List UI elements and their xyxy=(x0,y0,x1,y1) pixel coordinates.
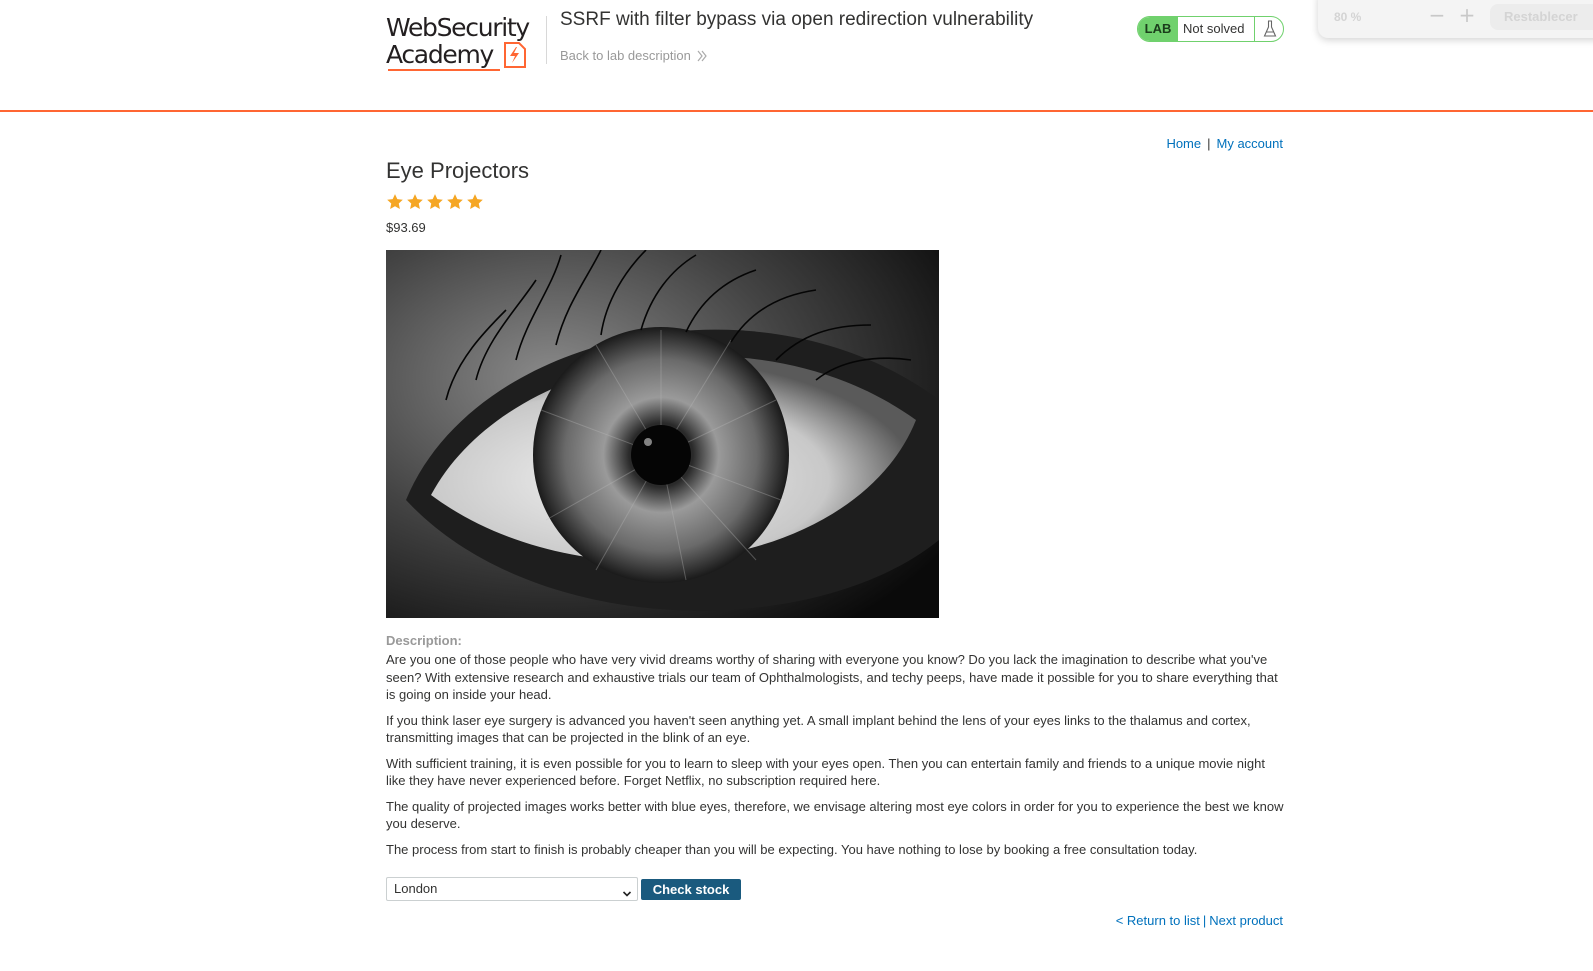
description-paragraph: Are you one of those people who have ver… xyxy=(386,652,1278,702)
back-to-lab-description-link[interactable]: Back to lab description xyxy=(560,48,707,65)
description-paragraph: The process from start to finish is prob… xyxy=(386,841,1198,857)
product-footer-nav: < Return to list | Next product xyxy=(1116,913,1283,928)
zoom-in-button[interactable]: + xyxy=(1458,5,1476,25)
product-title: Eye Projectors xyxy=(386,158,530,183)
eye-photo xyxy=(386,250,939,618)
next-product-link[interactable]: Next product xyxy=(1209,913,1283,928)
description-paragraph: If you think laser eye surgery is advanc… xyxy=(386,712,1251,746)
description-label: Description: xyxy=(386,633,462,648)
flask-icon xyxy=(1254,17,1283,41)
lab-badge: LAB xyxy=(1138,17,1178,41)
store-select-value: London xyxy=(394,881,438,896)
return-to-list-link[interactable]: < Return to list xyxy=(1116,913,1200,928)
header-divider xyxy=(546,16,547,64)
lightning-bolt-icon xyxy=(504,42,526,68)
zoom-out-button[interactable]: − xyxy=(1428,5,1446,25)
logo-text-line2: Academy xyxy=(386,40,494,69)
double-chevron-right-icon xyxy=(697,50,707,65)
nav-separator: | xyxy=(1207,136,1211,151)
browser-zoom-toolbar: 80 % − + Restablecer xyxy=(1318,0,1593,38)
description-paragraph: The quality of projected images works be… xyxy=(386,798,1284,832)
store-select[interactable]: London xyxy=(386,877,638,901)
account-nav: Home | My account xyxy=(1166,136,1283,151)
product-price: $93.69 xyxy=(386,220,426,235)
star-icon xyxy=(467,194,483,209)
description-paragraph: With sufficient training, it is even pos… xyxy=(386,755,1265,789)
star-icon xyxy=(427,194,443,209)
web-security-academy-logo[interactable]: WebSecurity Academy xyxy=(386,12,546,74)
check-stock-button[interactable]: Check stock xyxy=(641,879,741,900)
zoom-reset-button[interactable]: Restablecer xyxy=(1490,4,1593,30)
zoom-level: 80 % xyxy=(1334,10,1362,24)
lab-status-widget: LAB Not solved xyxy=(1137,16,1284,42)
home-link[interactable]: Home xyxy=(1166,136,1201,151)
product-rating xyxy=(386,193,484,211)
my-account-link[interactable]: My account xyxy=(1217,136,1283,151)
back-link-label: Back to lab description xyxy=(560,48,691,63)
lab-solved-status: Not solved xyxy=(1183,21,1245,36)
logo-text-line1: WebSecurity xyxy=(386,13,530,42)
logo-underline xyxy=(388,69,500,71)
chevron-down-icon xyxy=(622,884,632,906)
star-icon xyxy=(447,194,463,209)
product-image xyxy=(386,250,939,618)
lab-title: SSRF with filter bypass via open redirec… xyxy=(560,9,1034,30)
footer-nav-separator: | xyxy=(1202,913,1207,928)
product-description: Are you one of those people who have ver… xyxy=(386,651,1286,866)
star-icon xyxy=(407,194,423,209)
star-icon xyxy=(387,194,403,209)
